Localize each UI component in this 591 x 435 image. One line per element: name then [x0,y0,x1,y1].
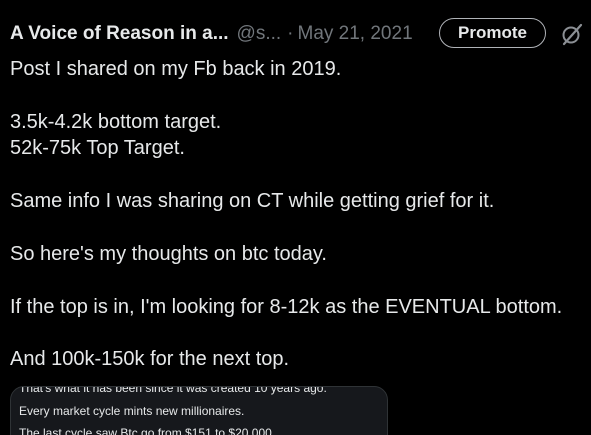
tweet-line: Same info I was sharing on CT while gett… [10,190,495,212]
tweet-line: Post I shared on my Fb back in 2019. [10,58,342,80]
author-handle[interactable]: @s... [237,23,282,45]
tweet-line: 52k-75k Top Target. [10,137,185,160]
embed-text-line: The last cycle saw Btc go from $151 to $… [19,426,272,435]
tweet-line: So here's my thoughts on btc today. [10,242,327,265]
embedded-image-card[interactable]: That's what it has been since it was cre… [10,386,388,435]
author-name[interactable]: A Voice of Reason in a... [10,23,229,45]
tweet-line [10,320,588,346]
embed-text-line: That's what it has been since it was cre… [19,386,327,395]
grok-slash-icon[interactable] [560,22,584,46]
tweet-line: If the top is in, I'm looking for 8-12k … [10,295,563,318]
tweet-line [10,214,588,240]
tweet-line [10,267,588,293]
header-separator: · [287,23,294,44]
tweet-text: Post I shared on my Fb back in 2019. 3.5… [10,56,588,373]
tweet-line [10,82,588,108]
tweet-line [10,162,588,188]
embed-text-line: Every market cycle mints new millionaire… [19,404,245,418]
promote-button[interactable]: Promote [439,18,546,48]
tweet-header: A Voice of Reason in a... @s... · May 21… [10,18,585,50]
tweet-line: And 100k-150k for the next top. [10,348,290,371]
post-date[interactable]: May 21, 2021 [298,23,413,45]
tweet-line: 3.5k-4.2k bottom target. [10,110,222,133]
